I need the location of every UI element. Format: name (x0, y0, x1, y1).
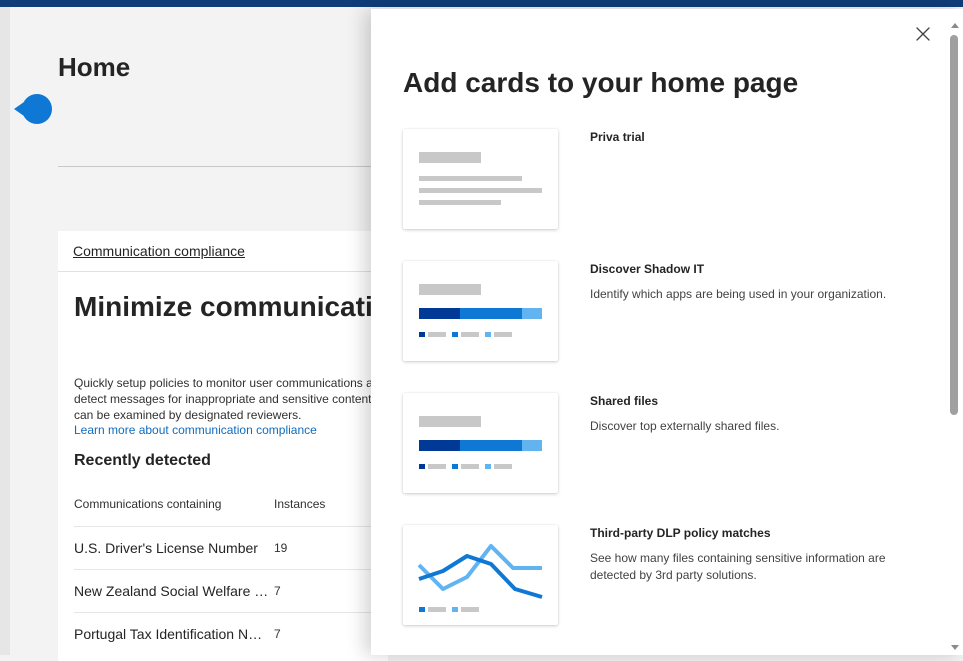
learn-more-link[interactable]: Learn more about communication complianc… (74, 423, 317, 437)
panel-scrollbar[interactable] (950, 23, 959, 655)
card-option-priva-trial[interactable]: Priva trial (403, 129, 923, 229)
title-divider (58, 166, 378, 167)
table-row[interactable]: Portugal Tax Identification Number 7 (74, 612, 388, 655)
row-name: Portugal Tax Identification Number (74, 626, 269, 642)
chevron-marker-icon (14, 94, 52, 124)
recently-detected-heading: Recently detected (74, 452, 211, 469)
card-option-shared-files[interactable]: Shared files Discover top externally sha… (403, 393, 923, 493)
column-header-instances: Instances (274, 497, 326, 511)
top-app-bar (0, 0, 963, 7)
card-header-divider (58, 271, 388, 272)
panel-title: Add cards to your home page (403, 67, 799, 98)
table-row[interactable]: New Zealand Social Welfare Number 7 (74, 569, 388, 612)
table-row[interactable]: U.S. Driver's License Number 19 (74, 526, 388, 569)
card-option-title: Priva trial (590, 130, 645, 144)
card-option-description: Discover top externally shared files. (590, 419, 780, 433)
row-count: 19 (274, 541, 288, 555)
card-preview-thumbnail[interactable] (403, 261, 558, 361)
card-option-discover-shadow-it[interactable]: Discover Shadow IT Identify which apps a… (403, 261, 923, 361)
left-nav-edge (0, 7, 10, 655)
scroll-down-arrow-icon[interactable] (951, 645, 959, 650)
close-icon (916, 27, 930, 41)
card-option-title: Third-party DLP policy matches (590, 526, 771, 540)
row-count: 7 (274, 584, 281, 598)
card-option-title: Discover Shadow IT (590, 262, 705, 276)
card-preview-thumbnail[interactable] (403, 129, 558, 229)
row-count: 7 (274, 627, 281, 641)
card-option-third-party-dlp[interactable]: Third-party DLP policy matches See how m… (403, 525, 923, 625)
card-header-link[interactable]: Communication compliance (73, 243, 245, 259)
close-button[interactable] (912, 23, 934, 45)
card-option-description: Identify which apps are being used in yo… (590, 287, 887, 301)
collapse-nav-button[interactable] (14, 93, 52, 125)
add-cards-panel: Add cards to your home page Priva trial (371, 9, 963, 655)
card-preview-thumbnail[interactable] (403, 393, 558, 493)
page-title: Home (58, 52, 131, 82)
scroll-up-arrow-icon[interactable] (951, 23, 959, 28)
communication-compliance-card: Communication compliance Minimize commun… (58, 231, 480, 661)
row-name: U.S. Driver's License Number (74, 540, 258, 556)
row-name: New Zealand Social Welfare Number (74, 583, 269, 599)
card-option-title: Shared files (590, 394, 659, 408)
card-preview-thumbnail[interactable] (403, 525, 558, 625)
scrollbar-thumb[interactable] (950, 35, 958, 415)
card-option-description: See how many files containing sensitive … (590, 551, 886, 582)
card-description: Quickly setup policies to monitor user c… (74, 376, 414, 422)
column-header-communications: Communications containing (74, 497, 222, 511)
